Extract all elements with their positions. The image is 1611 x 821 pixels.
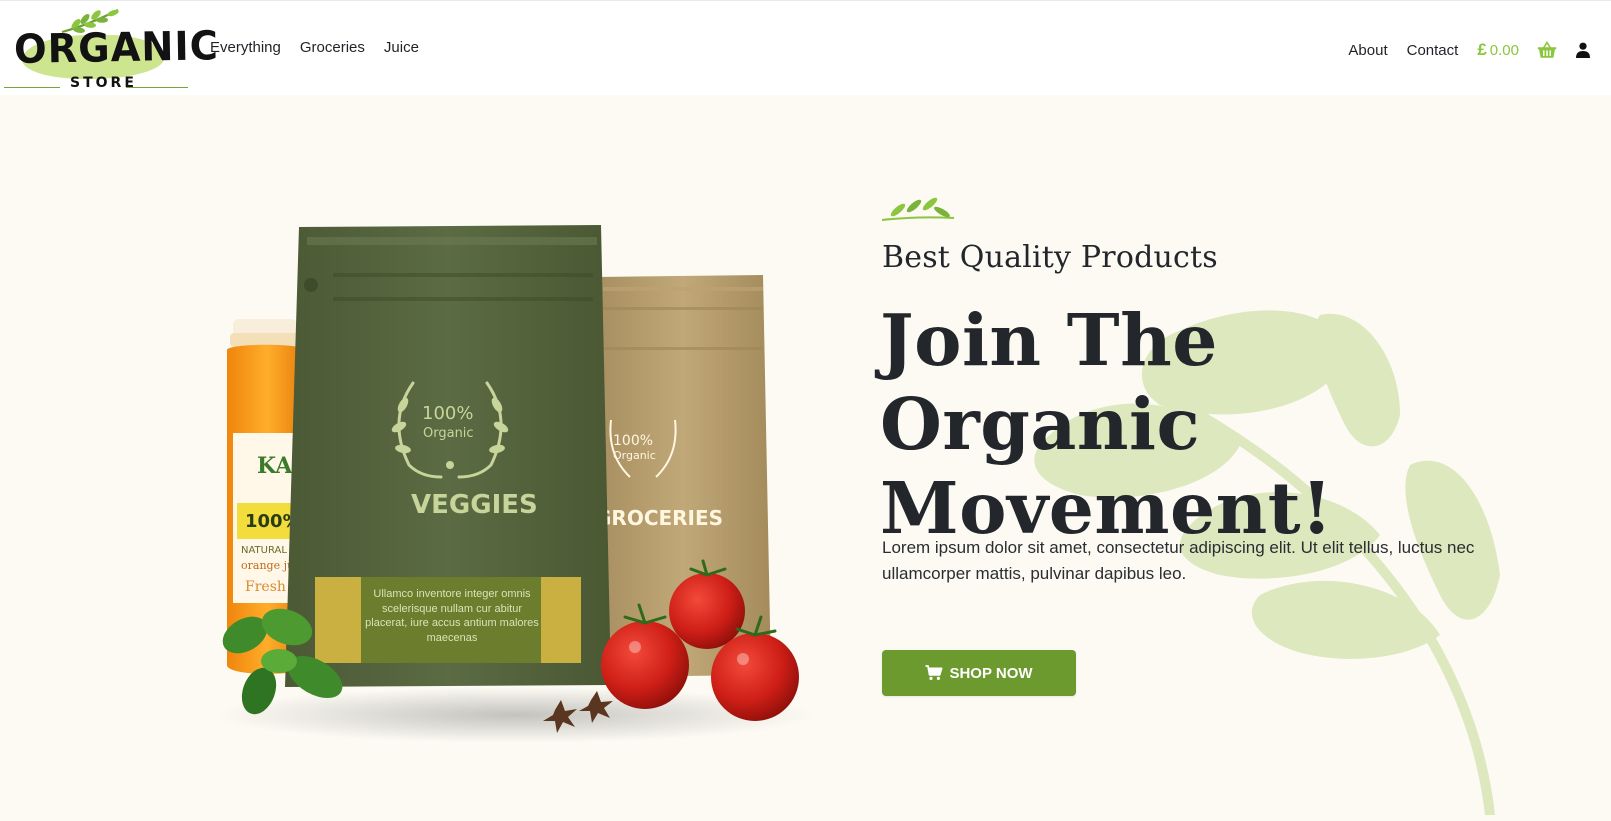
primary-nav: Everything Groceries Juice [210, 39, 419, 56]
secondary-nav: About Contact £0.00 [1348, 39, 1591, 61]
decorative-leaf-icon [881, 197, 955, 221]
groceries-bag-name: GROCERIES [595, 506, 723, 530]
logo-wordmark: ORGANIC [13, 23, 220, 73]
shop-now-label: SHOP NOW [949, 664, 1033, 682]
hero-eyebrow: Best Quality Products [882, 240, 1218, 275]
cart-icon [925, 665, 943, 680]
cart-total[interactable]: £0.00 [1477, 40, 1519, 60]
nav-juice[interactable]: Juice [384, 39, 419, 56]
veggies-badge-bottom: Organic [423, 426, 474, 441]
veggies-bag: 100% Organic VEGGIES Ullamco inventore i… [285, 225, 611, 687]
cart-currency: £ [1477, 40, 1487, 59]
nav-groceries[interactable]: Groceries [300, 39, 365, 56]
nav-contact[interactable]: Contact [1407, 42, 1459, 59]
veggies-label-text: Ullamco inventore integer omnis sceleris… [365, 588, 539, 644]
veggies-badge-top: 100% [422, 403, 473, 424]
nav-about[interactable]: About [1348, 42, 1387, 59]
jar-badge-sub-text: NATURAL [241, 545, 287, 556]
shop-now-button[interactable]: SHOP NOW [882, 650, 1076, 696]
logo-subtitle: STORE [70, 75, 137, 91]
organic-products-image: KARI 100% NATURAL orange juice Fresh 100… [215, 225, 815, 743]
veggies-bag-name: VEGGIES [411, 490, 538, 520]
nav-everything[interactable]: Everything [210, 39, 281, 56]
hero-headline-line1: Join The Organic [880, 298, 1218, 466]
groceries-badge-top: 100% [613, 433, 653, 449]
groceries-badge-bottom: Organic [613, 449, 656, 462]
site-header: ORGANIC STORE Everything Groceries Juice… [0, 0, 1611, 95]
logo-underline-right [126, 87, 188, 88]
organic-store-logo[interactable]: ORGANIC STORE [4, 3, 219, 93]
hero-headline: Join The Organic Movement! [880, 298, 1560, 550]
logo-underline-left [4, 87, 60, 88]
hero-lead-text: Lorem ipsum dolor sit amet, consectetur … [882, 538, 1475, 583]
jar-fresh-text: Fresh [245, 579, 286, 595]
hero-section: KARI 100% NATURAL orange juice Fresh 100… [0, 95, 1611, 821]
cart-amount: 0.00 [1489, 42, 1519, 59]
basket-icon[interactable] [1537, 41, 1557, 59]
user-icon[interactable] [1575, 42, 1591, 58]
